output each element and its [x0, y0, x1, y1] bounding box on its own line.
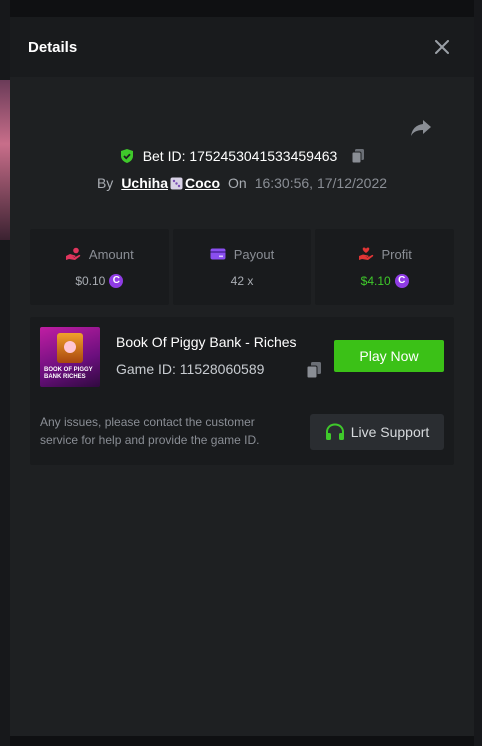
dice-icon	[170, 177, 183, 189]
bet-id-row: Bet ID: 1752453041533459463	[10, 148, 474, 164]
game-thumbnail-text: BOOK OF PIGGY BANK RICHES	[44, 367, 93, 380]
amount-value: $0.10	[75, 273, 106, 288]
live-support-label: Live Support	[350, 424, 430, 440]
payout-label: Payout	[233, 246, 275, 262]
copy-game-id-button[interactable]	[306, 361, 322, 384]
copy-icon	[306, 362, 321, 379]
stat-amount: Amount $0.10 C	[30, 229, 169, 305]
copy-bet-id-button[interactable]	[351, 148, 365, 164]
profit-label: Profit	[381, 246, 412, 262]
stat-profit: Profit $4.10 C	[315, 229, 455, 305]
payout-value: 42 x	[230, 273, 254, 288]
share-button[interactable]	[410, 119, 434, 139]
copy-icon	[351, 149, 365, 164]
username-suffix: Coco	[185, 175, 220, 191]
modal-title: Details	[28, 38, 78, 56]
coin-icon: C	[109, 273, 124, 288]
bet-id: Bet ID: 1752453041533459463	[142, 148, 338, 164]
profit-value: $4.10	[360, 273, 391, 288]
modal-header: Details	[10, 17, 474, 77]
on-label: On	[228, 175, 247, 191]
game-thumbnail[interactable]: BOOK OF PIGGY BANK RICHES	[40, 327, 100, 387]
support-message: Any issues, please contact the customer …	[40, 415, 260, 447]
headphones-icon	[325, 423, 344, 440]
bet-time: 16:30:56, 17/12/2022	[254, 175, 388, 191]
piggy-book-icon	[57, 333, 83, 363]
amount-label: Amount	[88, 246, 134, 262]
background-page-right	[474, 0, 482, 746]
hand-coin-icon	[65, 247, 81, 260]
by-label: By	[96, 175, 114, 191]
shield-check-icon	[120, 149, 133, 163]
game-card: BOOK OF PIGGY BANK RICHES Book Of Piggy …	[30, 317, 454, 465]
bet-meta-row: By Uchiha Coco On 16:30:56, 17/12/2022	[10, 175, 474, 191]
bet-details-modal: Details Bet ID: 1752453041533459463 By U…	[10, 17, 474, 736]
live-support-button[interactable]: Live Support	[310, 414, 444, 450]
card-icon	[210, 248, 226, 260]
game-id: Game ID: 11528060589	[116, 361, 265, 377]
stats-row: Amount $0.10 C Payout 42 x Profit $4.10 …	[30, 229, 455, 305]
game-name: Book Of Piggy Bank - Riches	[116, 334, 297, 350]
close-button[interactable]	[428, 33, 456, 61]
background-thumbnail	[0, 80, 10, 240]
close-icon	[435, 40, 449, 54]
share-icon	[411, 120, 431, 136]
stat-payout: Payout 42 x	[172, 229, 312, 305]
username: Uchiha	[121, 175, 168, 191]
username-link[interactable]: Uchiha Coco	[121, 175, 220, 191]
coin-icon: C	[394, 273, 409, 288]
hand-heart-icon	[358, 247, 373, 260]
play-now-button[interactable]: Play Now	[334, 340, 444, 372]
